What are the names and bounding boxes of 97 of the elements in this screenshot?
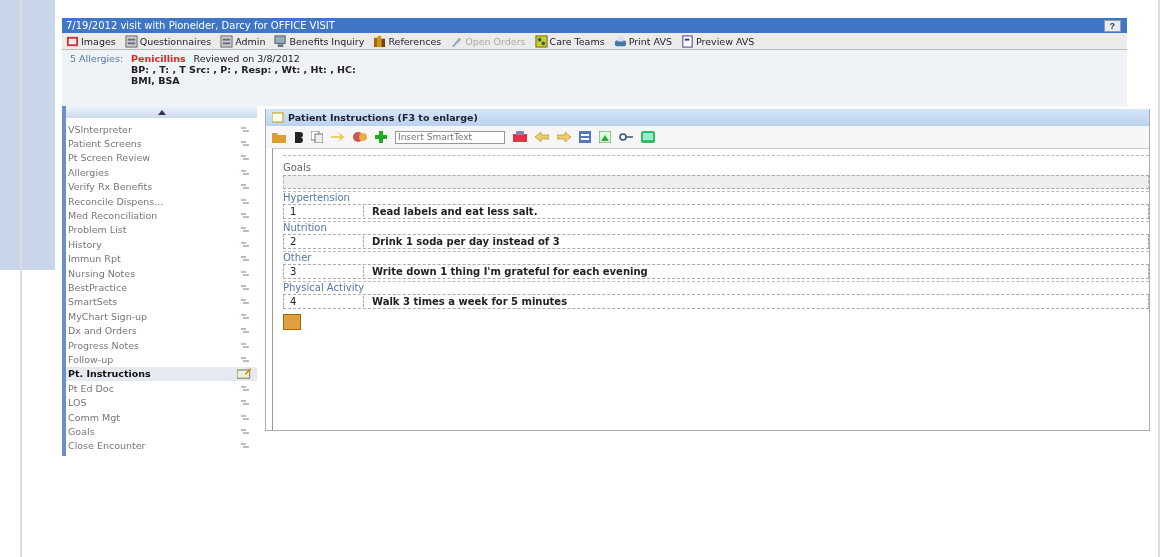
sidebar-item[interactable]: Med Reconciliation [66,208,257,223]
sidebar-item[interactable]: Allergies [66,165,257,180]
list-icon[interactable] [579,131,591,143]
help-button[interactable]: ? [1103,19,1121,32]
toolbar-button[interactable]: Print AVS [613,34,672,48]
vitals-text: BP: , T: , T Src: , P: , Resp: , Wt: , Ht: , HC: [131,64,357,75]
goal-category: Other [283,251,1149,264]
panel-title: Patient Instructions (F3 to enlarge) [288,112,478,123]
sidebar-item[interactable]: Progress Notes [66,337,257,353]
section-heading: Goals [283,155,1149,173]
note-icon [241,269,251,277]
sidebar-item[interactable]: Dx and Orders [66,323,257,338]
up-arrow-icon [157,109,166,115]
goal-number: 1 [284,206,364,217]
goal-number: 4 [284,296,364,307]
copy-icon[interactable] [311,131,323,143]
note-icon [241,168,251,176]
note-icon [241,399,251,407]
toolbar-button[interactable]: Care Teams [534,34,605,48]
sidebar-item[interactable]: LOS [66,395,257,410]
sidebar-item[interactable]: Nursing Notes [66,265,257,281]
books-icon [373,34,387,48]
sidebar-item[interactable]: Close Encounter [66,438,257,453]
left-arrow-icon[interactable] [535,132,549,142]
note-icon [241,427,251,435]
goal-category: Hypertension [283,191,1149,204]
image-icon[interactable] [599,131,611,143]
form-icon [220,34,234,48]
sidebar-item[interactable]: SmartSets [66,294,257,310]
folder-icon[interactable] [272,131,286,143]
sidebar-item[interactable]: VSInterpreter [66,122,257,137]
allergy-name: Penicillins [131,53,186,64]
toolbar-button[interactable]: Preview AVS [680,34,755,48]
goal-text: Write down 1 thing I'm grateful for each evening [371,266,648,277]
goal-text: Drink 1 soda per day instead of 3 [371,236,560,247]
note-icon [241,341,251,349]
note-icon [241,413,251,421]
right-arrow-icon[interactable] [557,132,571,142]
computer-icon [274,34,288,48]
form-icon [124,34,138,48]
add-goal-button[interactable] [283,314,301,330]
page-icon [680,34,694,48]
sidebar-item[interactable]: MyChart Sign-up [66,309,257,324]
sidebar-item[interactable]: Problem List [66,222,257,238]
sidebar-item[interactable]: Immun Rpt [66,251,257,266]
goal-text: Read labels and eat less salt. [371,206,538,217]
note-icon [241,212,251,220]
goal-category: Nutrition [283,221,1149,234]
notepad-icon [237,368,251,380]
printer-icon [613,34,627,48]
note-icon [241,183,251,191]
goal-number: 2 [284,236,364,247]
sidebar-item[interactable]: Pt. Instructions [66,366,257,382]
toolbar-button[interactable]: Images [66,34,116,48]
smarttext-field[interactable]: Insert SmartText [395,130,505,144]
sidebar-item[interactable]: History [66,237,257,252]
note-icon [241,284,251,291]
note-icon [241,327,251,335]
note-icon [241,125,251,133]
note-icon [241,312,251,320]
vitals-text: BMI, BSA [131,75,181,86]
goal-number: 3 [284,266,364,277]
note-icon [241,355,251,363]
note-icon [241,140,251,148]
sidebar-item[interactable]: Reconcile Dispens... [66,193,257,209]
sidebar-item[interactable]: Pt Screen Review [66,150,257,166]
allergies-link[interactable]: 5 Allergies: [70,53,124,100]
note-icon [241,154,251,162]
notepad-icon [272,112,284,123]
toolbar-button[interactable]: Benefits Inquiry [274,34,365,48]
note-icon [241,226,251,234]
goal-text: Walk 3 times a week for 5 minutes [371,296,568,307]
sidebar-item[interactable]: Pt Ed Doc [66,381,257,396]
note-icon [241,384,251,392]
note-icon [241,255,251,263]
note-icon [241,197,251,205]
note-icon [241,298,251,306]
sidebar-item[interactable]: Verify Rx Benefits [66,179,257,194]
goal-category: Physical Activity [283,281,1149,294]
review-date: Reviewed on 3/8/2012 [193,53,300,64]
sidebar-item[interactable]: Follow-up [66,352,257,367]
toolbar-button[interactable]: References [373,34,442,48]
sidebar-item[interactable]: Patient Screens [66,136,257,151]
plus-icon[interactable] [375,131,387,143]
sidebar-item[interactable]: Comm Mgt [66,409,257,425]
note-icon [241,240,251,248]
note-icon [241,442,251,450]
sidebar-item[interactable]: BestPractice [66,280,257,295]
window-title: 7/19/2012 visit with Pioneider, Darcy for OFFICE VISIT [66,20,335,31]
bold-icon[interactable] [294,131,303,143]
sidebar-item[interactable]: Goals [66,424,257,439]
people-icon [534,34,548,48]
print-icon[interactable] [513,131,527,143]
toolbar-button[interactable]: Questionnaires [124,34,212,48]
screen-icon[interactable] [641,131,655,143]
toolbar-button[interactable]: Admin [220,34,266,48]
link-icon[interactable] [619,132,633,142]
